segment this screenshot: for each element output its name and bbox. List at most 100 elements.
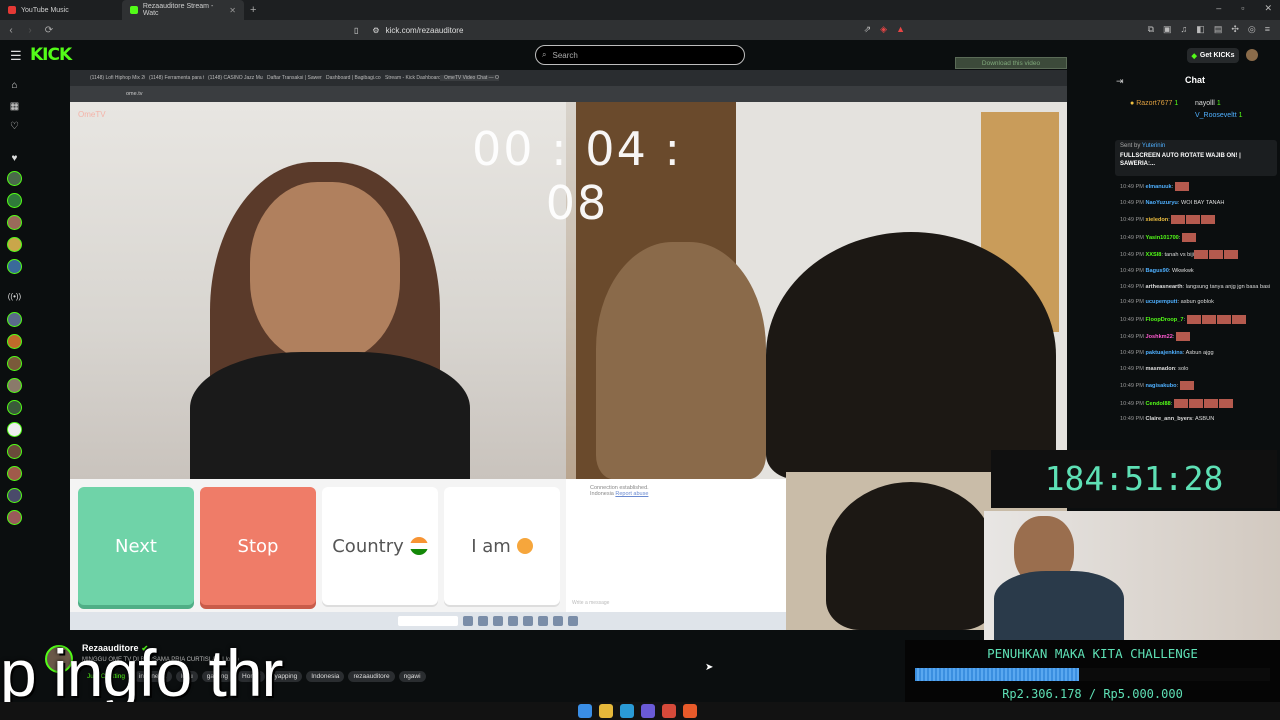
windows-start-icon[interactable]: [578, 704, 592, 718]
recommended-channel-avatar[interactable]: [7, 466, 22, 481]
recommended-channel-avatar[interactable]: [7, 400, 22, 415]
chat-username[interactable]: artheasnearth: [1146, 284, 1183, 290]
tab-label: YouTube Music: [21, 6, 69, 14]
site-info-icon[interactable]: ⚙: [372, 26, 379, 35]
followed-channel-avatar[interactable]: [7, 193, 22, 208]
emote-icon: [1174, 182, 1189, 191]
recommended-channel-avatar[interactable]: [7, 334, 22, 349]
recommended-channel-avatar[interactable]: [7, 378, 22, 393]
chat-text: langsung tanya anjg jgn basa basi: [1185, 283, 1271, 290]
edge-icon[interactable]: [620, 704, 634, 718]
file-explorer-icon[interactable]: [599, 704, 613, 718]
chat-message: 10:49 PM Yasin101700:: [1120, 232, 1278, 242]
brave-rewards-icon[interactable]: ▲: [896, 24, 905, 35]
partner-country: Indonesia: [590, 491, 614, 497]
discord-icon[interactable]: [641, 704, 655, 718]
favorites-heart-icon[interactable]: ♥: [7, 153, 22, 168]
wallet-icon[interactable]: ▤: [1214, 24, 1223, 35]
emote-icon: [1179, 381, 1194, 391]
recommended-channel-avatar[interactable]: [7, 510, 22, 525]
browse-icon[interactable]: ▦: [7, 101, 22, 116]
extension-icon[interactable]: ▣: [1163, 24, 1172, 35]
get-kicks-button[interactable]: ◆ Get KICKs: [1187, 48, 1239, 63]
menu-icon[interactable]: ≡: [1265, 24, 1270, 35]
app-icon[interactable]: [662, 704, 676, 718]
music-icon[interactable]: ♫: [1181, 24, 1188, 35]
recommended-channel-avatar[interactable]: [7, 444, 22, 459]
maximize-button[interactable]: ▫: [1241, 3, 1244, 14]
ometv-chat[interactable]: Connection established. Indonesia Report…: [566, 479, 786, 612]
chat-username[interactable]: Joshkm22: [1146, 334, 1173, 340]
stream-tag[interactable]: Indonesia: [306, 671, 345, 682]
sidebar-icon[interactable]: ◧: [1196, 24, 1205, 35]
message-placeholder[interactable]: Write a message: [572, 600, 609, 606]
chat-username[interactable]: Claire_ann_byers: [1146, 416, 1193, 422]
country-label: Country: [332, 535, 404, 557]
left-sidebar: ⌂ ▦ ♡ ♥ ((•)): [0, 70, 30, 640]
browser-tab-youtube-music[interactable]: YouTube Music: [0, 0, 122, 20]
address-bar[interactable]: ▯ ⚙ kick.com/rezaauditore: [354, 23, 908, 37]
chat-timestamp: 10:49 PM: [1120, 234, 1144, 241]
followed-channel-avatar[interactable]: [7, 171, 22, 186]
chat-username[interactable]: masmadon: [1146, 366, 1176, 372]
user-avatar[interactable]: [1246, 49, 1258, 61]
close-tab-icon[interactable]: ✕: [229, 6, 236, 15]
recommended-channel-avatar[interactable]: [7, 356, 22, 371]
recommended-channel-avatar[interactable]: [7, 422, 22, 437]
vpn-icon[interactable]: ◎: [1248, 24, 1256, 35]
chat-username[interactable]: ucupemputt: [1146, 299, 1178, 305]
back-button[interactable]: ‹: [3, 25, 19, 36]
minimize-button[interactable]: –: [1216, 3, 1221, 14]
person-face: [250, 182, 400, 362]
iam-button[interactable]: I am: [444, 487, 560, 605]
home-icon[interactable]: ⌂: [7, 80, 22, 95]
bookmark-icon[interactable]: ▯: [354, 26, 358, 35]
recommended-channel-avatar[interactable]: [7, 488, 22, 503]
extension-icon[interactable]: ⧉: [1148, 24, 1154, 35]
followed-channel-avatar[interactable]: [7, 237, 22, 252]
search-input[interactable]: ⌕ Search: [535, 45, 745, 65]
chat-username[interactable]: NaoYuzuryu: [1146, 200, 1178, 206]
chat-text: ASBUN: [1194, 416, 1215, 423]
followed-channel-avatar[interactable]: [7, 215, 22, 230]
hamburger-menu-icon[interactable]: ☰: [10, 48, 22, 64]
chat-panel: ⇥ Chat ● Razort7677 1 nayolll 1 V_Roosev…: [1110, 70, 1280, 450]
puzzle-icon[interactable]: ✣: [1231, 24, 1239, 35]
chat-username[interactable]: xieledon: [1146, 217, 1169, 223]
pinned-message[interactable]: Sent by Yuterinin FULLSCREEN AUTO ROTATE…: [1115, 140, 1277, 176]
new-tab-button[interactable]: +: [250, 4, 256, 16]
close-window-button[interactable]: ✕: [1264, 3, 1272, 14]
forward-button[interactable]: ›: [22, 25, 38, 36]
chat-username[interactable]: Cendol88: [1146, 401, 1171, 407]
gifter-count: 1: [1174, 100, 1179, 107]
stop-label: Stop: [237, 535, 279, 557]
chat-username[interactable]: Yasin101700: [1146, 235, 1179, 241]
following-icon[interactable]: ♡: [7, 121, 22, 136]
country-button[interactable]: Country: [322, 487, 438, 605]
reload-button[interactable]: ⟳: [41, 25, 57, 36]
share-icon[interactable]: ⇗: [864, 24, 872, 35]
recommended-channel-avatar[interactable]: [7, 312, 22, 327]
next-button[interactable]: Next: [78, 487, 194, 605]
chat-username[interactable]: Bagus90: [1146, 268, 1169, 274]
gifter-2[interactable]: nayolll 1: [1195, 100, 1221, 107]
kick-logo[interactable]: KICK: [30, 45, 72, 65]
chat-username[interactable]: FloopDroop_7: [1146, 317, 1184, 323]
report-abuse-link[interactable]: Report abuse: [615, 491, 648, 497]
browser-tab-kick[interactable]: Rezaauditore Stream - Watc ✕: [122, 0, 244, 20]
brave-icon[interactable]: [683, 704, 697, 718]
download-video-badge[interactable]: Download this video: [955, 57, 1067, 69]
chat-username[interactable]: XXSl8: [1146, 252, 1162, 258]
chat-username[interactable]: paktuajenkins: [1146, 350, 1183, 356]
video-player[interactable]: (1148) Lofi Hiphop Mix 2023 | (1148) Fer…: [70, 70, 1067, 630]
followed-channel-avatar[interactable]: [7, 259, 22, 274]
gifter-1[interactable]: ● Razort7677 1: [1130, 100, 1178, 107]
chat-username[interactable]: nagisakubo: [1146, 383, 1177, 389]
stream-tag[interactable]: ngawi: [398, 671, 426, 682]
chat-username[interactable]: elmanuuk: [1146, 184, 1172, 190]
stream-tag[interactable]: rezaauditore: [348, 671, 395, 682]
gifter-3[interactable]: V_Rooseveltt 1: [1195, 112, 1243, 119]
stop-button[interactable]: Stop: [200, 487, 316, 605]
chat-message: 10:49 PM paktuajenkins: Asbun ajgg: [1120, 349, 1214, 356]
brave-shield-icon[interactable]: ◈: [880, 24, 887, 35]
